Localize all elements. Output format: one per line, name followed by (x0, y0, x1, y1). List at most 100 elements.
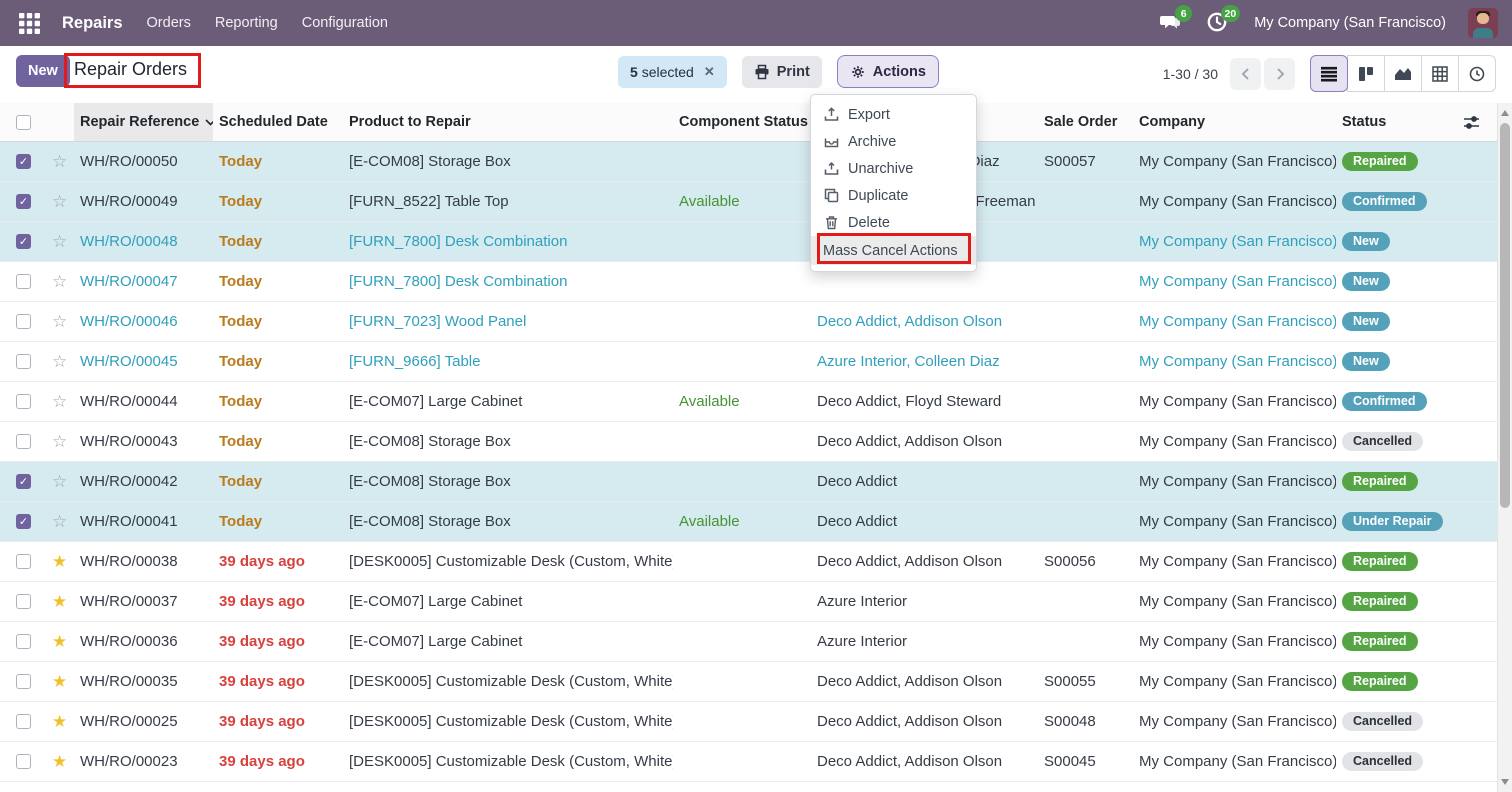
table-row[interactable]: ✓☆WH/RO/00049Today[FURN_8522] Table TopA… (0, 182, 1497, 222)
row-checkbox[interactable] (16, 274, 31, 289)
table-row[interactable]: ✓☆WH/RO/00048Today[FURN_7800] Desk Combi… (0, 222, 1497, 262)
row-checkbox[interactable]: ✓ (16, 514, 31, 529)
table-row[interactable]: ☆WH/RO/00046Today[FURN_7023] Wood PanelD… (0, 302, 1497, 342)
product-to-repair: [DESK0005] Customizable Desk (Custom, Wh… (343, 542, 673, 581)
product-to-repair-value: [DESK0005] Customizable Desk (Custom, Wh… (349, 553, 673, 570)
column-header-company[interactable]: Company (1133, 103, 1336, 141)
row-checkbox[interactable] (16, 554, 31, 569)
company-switcher[interactable]: My Company (San Francisco) (1254, 15, 1446, 31)
print-button[interactable]: Print (742, 56, 822, 88)
actions-button[interactable]: Actions (837, 55, 939, 88)
scrollbar-thumb[interactable] (1500, 123, 1510, 508)
column-header-component-status[interactable]: Component Status (673, 103, 811, 141)
column-header-repair-reference[interactable]: Repair Reference (74, 103, 213, 141)
table-row[interactable]: ✓☆WH/RO/00041Today[E-COM08] Storage BoxA… (0, 502, 1497, 542)
table-row[interactable]: ★WH/RO/0002539 days ago[DESK0005] Custom… (0, 702, 1497, 742)
scroll-down-arrow[interactable] (1501, 779, 1509, 785)
pager-previous-button[interactable] (1230, 58, 1261, 90)
star-outline-icon[interactable]: ☆ (52, 193, 67, 210)
view-kanban-button[interactable] (1347, 55, 1385, 92)
star-filled-icon[interactable]: ★ (52, 553, 67, 570)
menu-item-archive[interactable]: Archive (811, 128, 976, 155)
view-list-button[interactable] (1310, 55, 1348, 92)
menu-orders[interactable]: Orders (147, 15, 191, 31)
star-outline-icon[interactable]: ☆ (52, 353, 67, 370)
messages-button[interactable]: 6 (1158, 11, 1184, 35)
row-checkbox[interactable] (16, 354, 31, 369)
table-row[interactable]: ☆WH/RO/00043Today[E-COM08] Storage BoxDe… (0, 422, 1497, 462)
sale-order (1038, 262, 1133, 301)
table-row[interactable]: ★WH/RO/0002339 days ago[DESK0005] Custom… (0, 742, 1497, 782)
star-outline-icon[interactable]: ☆ (52, 313, 67, 330)
status-cell: Cancelled (1336, 742, 1457, 781)
row-checkbox[interactable] (16, 714, 31, 729)
view-graph-button[interactable] (1384, 55, 1422, 92)
table-row[interactable]: ★WH/RO/0003739 days ago[E-COM07] Large C… (0, 582, 1497, 622)
table-row[interactable]: ✓☆WH/RO/00050Today[E-COM08] Storage BoxA… (0, 142, 1497, 182)
column-header-sale-order[interactable]: Sale Order (1038, 103, 1133, 141)
row-checkbox[interactable] (16, 314, 31, 329)
row-checkbox[interactable]: ✓ (16, 234, 31, 249)
row-checkbox[interactable]: ✓ (16, 194, 31, 209)
star-outline-icon[interactable]: ☆ (52, 393, 67, 410)
menu-reporting[interactable]: Reporting (215, 15, 278, 31)
menu-item-unarchive[interactable]: Unarchive (811, 155, 976, 182)
column-header-status[interactable]: Status (1336, 103, 1457, 141)
repair-reference-value: WH/RO/00050 (80, 153, 178, 170)
menu-item-mass-cancel-actions[interactable]: Mass Cancel Actions (811, 236, 976, 265)
product-to-repair-value: [FURN_7023] Wood Panel (349, 313, 526, 330)
table-row[interactable]: ☆WH/RO/00047Today[FURN_7800] Desk Combin… (0, 262, 1497, 302)
row-checkbox[interactable] (16, 674, 31, 689)
row-select-cell: ✓ (0, 502, 46, 541)
row-checkbox[interactable] (16, 594, 31, 609)
row-checkbox[interactable] (16, 634, 31, 649)
view-activity-button[interactable] (1458, 55, 1496, 92)
pager-next-button[interactable] (1264, 58, 1295, 90)
sale-order (1038, 422, 1133, 461)
select-all-checkbox[interactable] (16, 115, 31, 130)
activities-button[interactable]: 20 (1206, 11, 1232, 35)
row-checkbox[interactable] (16, 434, 31, 449)
menu-item-export[interactable]: Export (811, 101, 976, 128)
vertical-scrollbar[interactable] (1497, 103, 1512, 792)
user-avatar[interactable] (1468, 8, 1498, 38)
column-header-product-to-repair[interactable]: Product to Repair (343, 103, 673, 141)
component-status (673, 542, 811, 581)
menu-item-delete[interactable]: Delete (811, 209, 976, 236)
new-button[interactable]: New (16, 55, 70, 87)
table-row[interactable]: ☆WH/RO/00045Today[FURN_9666] TableAzure … (0, 342, 1497, 382)
column-header-scheduled-date[interactable]: Scheduled Date (213, 103, 343, 141)
column-options-icon[interactable] (1463, 115, 1480, 130)
star-filled-icon[interactable]: ★ (52, 713, 67, 730)
star-outline-icon[interactable]: ☆ (52, 153, 67, 170)
star-filled-icon[interactable]: ★ (52, 753, 67, 770)
star-filled-icon[interactable]: ★ (52, 633, 67, 650)
view-pivot-button[interactable] (1421, 55, 1459, 92)
row-checkbox[interactable] (16, 394, 31, 409)
column-options-button[interactable] (1457, 103, 1497, 141)
row-checkbox[interactable]: ✓ (16, 474, 31, 489)
table-row[interactable]: ★WH/RO/0003539 days ago[DESK0005] Custom… (0, 662, 1497, 702)
table-row[interactable]: ☆WH/RO/00044Today[E-COM07] Large Cabinet… (0, 382, 1497, 422)
row-checkbox[interactable]: ✓ (16, 154, 31, 169)
menu-item-duplicate[interactable]: Duplicate (811, 182, 976, 209)
star-outline-icon[interactable]: ☆ (52, 233, 67, 250)
menu-configuration[interactable]: Configuration (302, 15, 388, 31)
apps-grid-icon[interactable] (14, 8, 44, 38)
star-outline-icon[interactable]: ☆ (52, 513, 67, 530)
table-row[interactable]: ★WH/RO/0003639 days ago[E-COM07] Large C… (0, 622, 1497, 662)
star-filled-icon[interactable]: ★ (52, 673, 67, 690)
app-name[interactable]: Repairs (62, 14, 123, 33)
star-outline-icon[interactable]: ☆ (52, 273, 67, 290)
company-value: My Company (San Francisco) (1139, 313, 1336, 330)
table-row[interactable]: ★WH/RO/0003839 days ago[DESK0005] Custom… (0, 542, 1497, 582)
clear-selection-icon[interactable]: ✕ (704, 64, 715, 80)
table-row[interactable]: ✓☆WH/RO/00042Today[E-COM08] Storage BoxD… (0, 462, 1497, 502)
star-filled-icon[interactable]: ★ (52, 593, 67, 610)
repair-reference-value: WH/RO/00047 (80, 273, 178, 290)
row-checkbox[interactable] (16, 754, 31, 769)
repair-reference: WH/RO/00043 (74, 422, 213, 461)
star-outline-icon[interactable]: ☆ (52, 473, 67, 490)
scroll-up-arrow[interactable] (1501, 110, 1509, 116)
star-outline-icon[interactable]: ☆ (52, 433, 67, 450)
